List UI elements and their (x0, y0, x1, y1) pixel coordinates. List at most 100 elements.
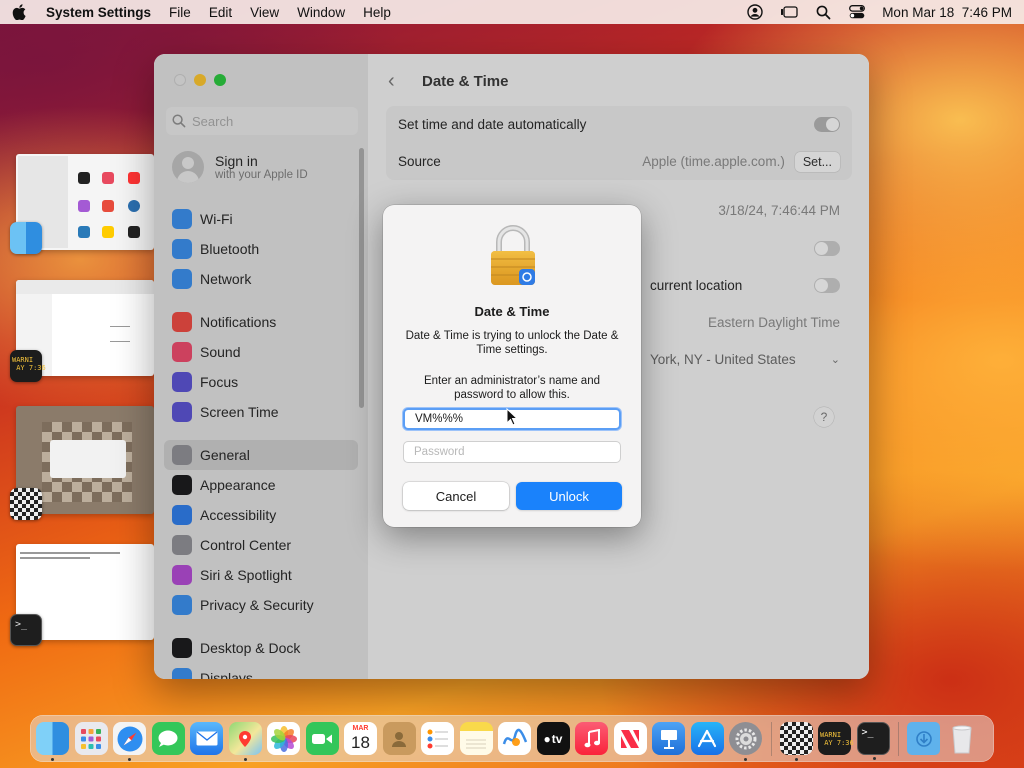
sidebar-item-general[interactable]: General (164, 440, 358, 470)
launchpad-icon (81, 728, 101, 749)
console-stage-icon[interactable]: WARNI AY 7:36 (10, 350, 46, 382)
dock-reminders[interactable] (421, 722, 454, 755)
dock-music[interactable] (575, 722, 608, 755)
menubar-clock[interactable]: Mon Mar 18 7:46 PM (882, 5, 1012, 20)
sidebar-item-appearance[interactable]: Appearance (164, 470, 358, 500)
sidebar-item-label: Siri & Spotlight (200, 567, 292, 583)
apple-menu-icon[interactable] (12, 4, 26, 20)
auto-time-panel: Set time and date automatically Source A… (386, 106, 852, 180)
sidebar-item-bluetooth[interactable]: Bluetooth (164, 234, 358, 264)
set-time-auto-row: Set time and date automatically (386, 106, 852, 143)
close-button[interactable] (174, 74, 186, 86)
dock-news[interactable] (613, 722, 647, 755)
dock-app-store[interactable] (690, 722, 724, 755)
dock-launchpad[interactable] (74, 722, 108, 755)
dock-maps[interactable] (228, 722, 262, 761)
dock-messages[interactable] (151, 722, 185, 755)
user-account-icon[interactable] (746, 3, 764, 21)
set-source-button[interactable]: Set... (794, 151, 840, 172)
photos-flower-icon (270, 725, 297, 752)
date-time-value: 3/18/24, 7:46:44 PM (718, 203, 840, 218)
spotlight-search-icon[interactable] (814, 3, 832, 21)
dock-keynote[interactable] (652, 722, 685, 755)
menu-app-name[interactable]: System Settings (46, 5, 151, 20)
menu-view[interactable]: View (250, 5, 279, 20)
sidebar-item-siri-spotlight[interactable]: Siri & Spotlight (164, 560, 358, 590)
moon-icon (172, 372, 192, 392)
page-title: Date & Time (422, 73, 509, 90)
music-note-icon (584, 728, 600, 747)
sidebar-item-wi-fi[interactable]: Wi-Fi (164, 204, 358, 234)
apple-id-signin[interactable]: Sign in with your Apple ID (172, 151, 308, 183)
unlock-button[interactable]: Unlock (516, 482, 622, 510)
sidebar-item-label: Notifications (200, 314, 277, 330)
auth-dialog: Date & Time Date & Time is trying to unl… (383, 205, 641, 527)
closest-city-value[interactable]: York, NY - United States (650, 352, 796, 367)
dock-notes[interactable] (459, 722, 493, 755)
calendar-month: MAR (352, 725, 369, 732)
dock-photos[interactable] (267, 722, 300, 755)
appearance-icon (172, 475, 192, 495)
sidebar-item-control-center[interactable]: Control Center (164, 530, 358, 560)
sidebar-item-label: Accessibility (200, 507, 277, 523)
calendar-day: 18 (351, 733, 370, 752)
dock-mail[interactable] (190, 722, 223, 755)
current-location-toggle[interactable] (814, 278, 840, 293)
dock-finder[interactable] (36, 722, 69, 761)
chess-stage-icon[interactable] (10, 488, 42, 520)
mouse-cursor-icon (506, 408, 518, 426)
menu-window[interactable]: Window (297, 5, 345, 20)
finder-stage-icon[interactable] (10, 222, 42, 254)
dock-calendar[interactable]: MAR 18 (344, 722, 377, 755)
control-center-icon[interactable] (848, 3, 866, 21)
dock-terminal[interactable]: >_ (856, 722, 890, 760)
sidebar-item-label: Network (200, 271, 252, 287)
dock-trash[interactable] (946, 722, 979, 755)
sidebar-item-accessibility[interactable]: Accessibility (164, 500, 358, 530)
cancel-button[interactable]: Cancel (403, 482, 509, 510)
podium-icon (660, 729, 677, 749)
sidebar-item-network[interactable]: Network (164, 264, 358, 294)
sidebar-item-desktop-dock[interactable]: Desktop & Dock (164, 633, 358, 663)
sidebar-item-displays[interactable]: Displays (164, 663, 358, 679)
bell-icon (172, 312, 192, 332)
trash-can-icon (952, 725, 972, 753)
dock-freeform[interactable] (498, 722, 531, 755)
help-button[interactable]: ? (814, 407, 834, 427)
sidebar-scrollbar[interactable] (359, 148, 364, 408)
accessibility-icon (172, 505, 192, 525)
dock-safari[interactable] (113, 722, 146, 761)
dock-downloads[interactable] (907, 722, 940, 755)
zoom-button[interactable] (214, 74, 226, 86)
dock-chess[interactable] (779, 722, 813, 761)
sidebar-item-focus[interactable]: Focus (164, 367, 358, 397)
stage-manager-icon[interactable] (780, 3, 798, 21)
dock-tv[interactable]: ● tv (536, 722, 570, 755)
sidebar-item-screen-time[interactable]: Screen Time (164, 397, 358, 427)
dock-contacts[interactable] (382, 722, 416, 755)
menu-edit[interactable]: Edit (209, 5, 232, 20)
tv-label: tv (551, 731, 563, 746)
avatar-icon (172, 151, 204, 183)
chevron-down-icon[interactable]: ⌄ (831, 353, 840, 366)
sidebar-item-label: Wi-Fi (200, 211, 233, 227)
menu-file[interactable]: File (169, 5, 191, 20)
sidebar-item-notifications[interactable]: Notifications (164, 307, 358, 337)
set-time-auto-toggle[interactable] (814, 117, 840, 132)
sidebar-item-privacy-security[interactable]: Privacy & Security (164, 590, 358, 620)
password-field[interactable]: Password (403, 441, 621, 463)
back-chevron-icon[interactable]: ‹ (388, 70, 404, 93)
sidebar-item-sound[interactable]: Sound (164, 337, 358, 367)
contact-person-icon (392, 731, 406, 747)
minimize-button[interactable] (194, 74, 206, 86)
dock-console[interactable]: WARNI AY 7:36 (818, 722, 854, 755)
sidebar-search-field[interactable]: Search (166, 107, 358, 135)
password-placeholder: Password (414, 446, 465, 458)
menu-help[interactable]: Help (363, 5, 391, 20)
dock-system-settings[interactable] (729, 722, 762, 761)
dock-facetime[interactable] (305, 722, 339, 755)
terminal-stage-icon[interactable]: >_ (10, 614, 42, 646)
timezone-auto-toggle[interactable] (814, 241, 840, 256)
